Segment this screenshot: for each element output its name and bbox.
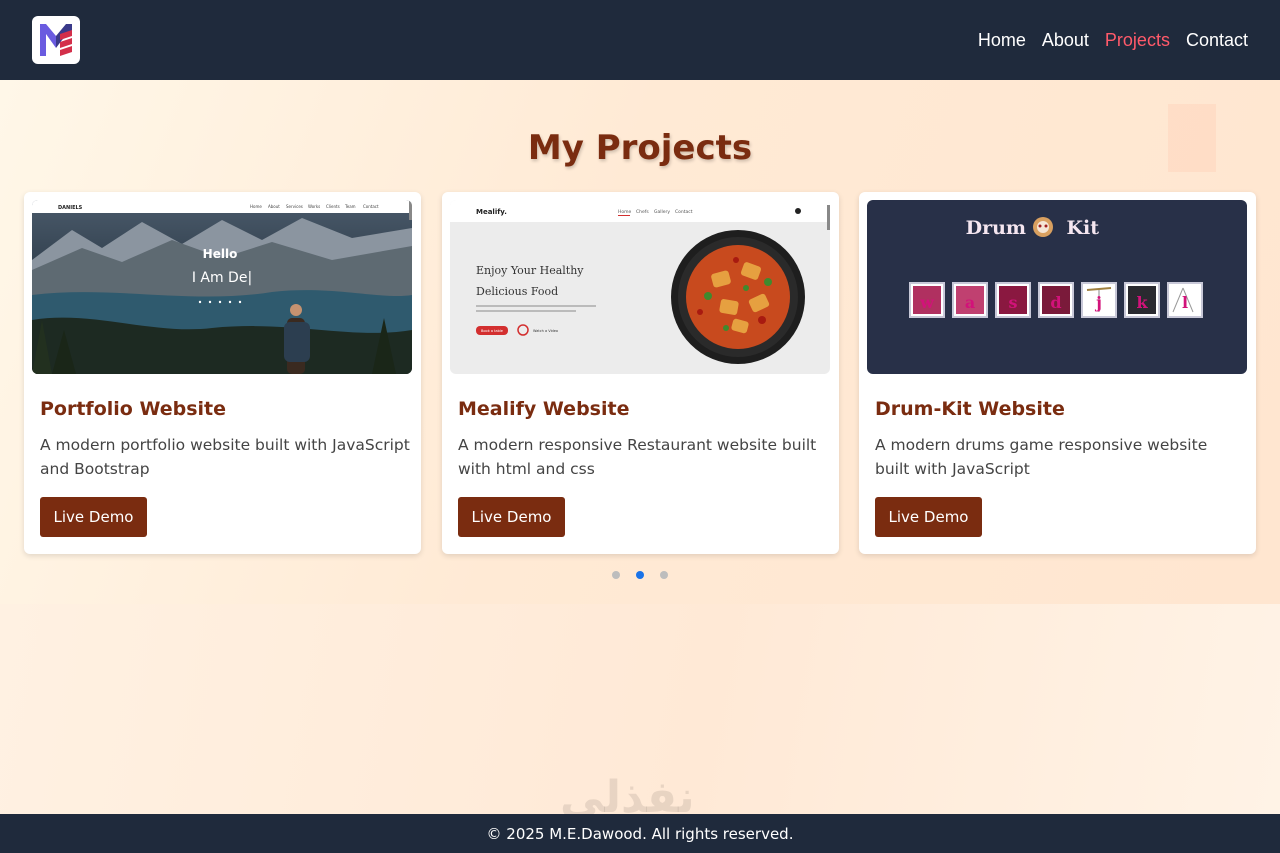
navbar: Home About Projects Contact <box>0 0 1280 80</box>
project-description: A modern drums game responsive website b… <box>875 436 1208 478</box>
live-demo-button[interactable]: Live Demo <box>875 497 982 537</box>
svg-text:Enjoy Your Healthy: Enjoy Your Healthy <box>476 264 584 277</box>
svg-text:Home: Home <box>250 204 262 209</box>
svg-text:a: a <box>965 293 975 312</box>
carousel-dot-3[interactable] <box>660 571 668 579</box>
footer-copyright: © 2025 M.E.Dawood. All rights reserved. <box>486 824 794 843</box>
svg-text:Watch a Video: Watch a Video <box>533 329 558 333</box>
project-title: Drum-Kit Website <box>875 398 1065 420</box>
project-card-portfolio: DANIELS Home About Services Works Client… <box>24 192 421 554</box>
nav-menu: Home About Projects Contact <box>978 30 1248 51</box>
project-card-mealify: Mealify. Home Chefs Gallery Contact Enjo… <box>442 192 839 554</box>
svg-text:Contact: Contact <box>363 204 379 209</box>
svg-text:d: d <box>1050 293 1061 312</box>
logo[interactable] <box>32 16 80 64</box>
mealify-preview: Mealify. Home Chefs Gallery Contact Enjo… <box>450 200 830 374</box>
carousel-dot-1[interactable] <box>612 571 620 579</box>
project-title: Mealify Website <box>458 398 630 420</box>
carousel-dots <box>612 571 668 579</box>
svg-text:Book a table: Book a table <box>481 329 503 333</box>
portfolio-preview: DANIELS Home About Services Works Client… <box>32 200 412 374</box>
project-description: A modern portfolio website built with Ja… <box>40 436 410 478</box>
svg-text:Clients: Clients <box>326 204 340 209</box>
drumkit-preview-image: Drum Kit w a s d j k l <box>867 200 1247 374</box>
svg-text:Chefs: Chefs <box>636 209 649 215</box>
svg-text:Hello: Hello <box>203 247 238 261</box>
logo-icon <box>40 24 72 56</box>
project-card-drumkit: Drum Kit w a s d j k l Drum-Kit Website … <box>859 192 1256 554</box>
svg-text:DANIELS: DANIELS <box>58 205 83 211</box>
carousel-dot-2[interactable] <box>636 571 644 579</box>
svg-text:Home: Home <box>618 209 632 215</box>
svg-text:About: About <box>268 204 280 209</box>
svg-text:Gallery: Gallery <box>654 209 670 215</box>
svg-text:Works: Works <box>308 204 320 209</box>
project-description: A modern responsive Restaurant website b… <box>458 436 817 478</box>
project-title: Portfolio Website <box>40 398 227 420</box>
svg-text:I Am De|: I Am De| <box>192 270 252 286</box>
svg-text:Kit: Kit <box>1066 217 1099 239</box>
svg-text:Mealify.: Mealify. <box>476 208 507 216</box>
svg-text:l: l <box>1182 293 1188 312</box>
svg-text:Delicious Food: Delicious Food <box>476 285 558 298</box>
portfolio-preview-image: DANIELS Home About Services Works Client… <box>32 200 412 374</box>
svg-text:Team: Team <box>344 204 356 209</box>
mealify-preview-image: Mealify. Home Chefs Gallery Contact Enjo… <box>450 200 830 374</box>
projects-section: My Projects DANIELS Home About Services … <box>0 80 1280 604</box>
nav-link-home[interactable]: Home <box>978 30 1026 51</box>
nav-link-projects[interactable]: Projects <box>1105 30 1170 51</box>
nav-link-about[interactable]: About <box>1042 30 1089 51</box>
svg-text:Contact: Contact <box>675 209 693 215</box>
svg-text:w: w <box>919 293 935 312</box>
live-demo-button[interactable]: Live Demo <box>40 497 147 537</box>
section-title: My Projects <box>527 128 753 168</box>
live-demo-button[interactable]: Live Demo <box>458 497 565 537</box>
svg-text:k: k <box>1136 293 1148 312</box>
svg-text:Drum: Drum <box>966 217 1026 239</box>
svg-text:s: s <box>1008 293 1017 312</box>
nav-link-contact[interactable]: Contact <box>1186 30 1248 51</box>
svg-text:Services: Services <box>286 204 303 209</box>
svg-text:j: j <box>1094 293 1102 312</box>
footer: © 2025 M.E.Dawood. All rights reserved. <box>0 814 1280 853</box>
drumkit-preview: Drum Kit w a s d j k l <box>867 200 1247 374</box>
